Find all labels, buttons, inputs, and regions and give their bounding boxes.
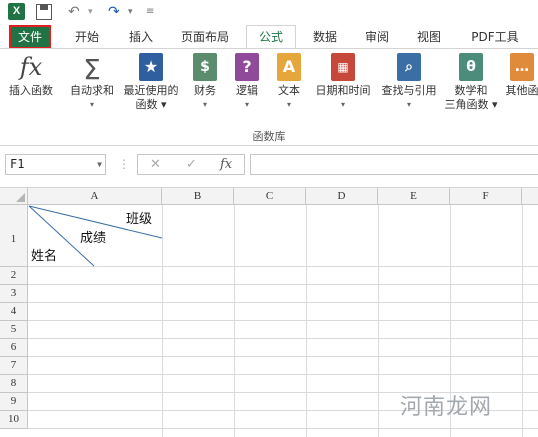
customize-toolbar-icon[interactable]: ≡ (146, 2, 154, 22)
enter-check-icon[interactable]: ✓ (186, 155, 197, 174)
financial-icon: $ (193, 53, 217, 81)
chevron-down-icon: ▾ (202, 100, 207, 109)
chevron-down-icon: ▾ (340, 100, 345, 109)
title-bar: X ↶ ▾ ↷ ▾ ≡ (0, 0, 538, 26)
logical-button[interactable]: ? 逻辑 ▾ (230, 53, 264, 112)
tab-page-layout[interactable]: 页面布局 (172, 26, 238, 48)
lookup-reference-button[interactable]: ⌕ 查找与引用 ▾ (376, 53, 442, 112)
financial-label: 财务 (194, 84, 216, 97)
recently-used-label: 最近使用的 (123, 84, 179, 97)
chevron-down-icon: ▾ (244, 100, 249, 109)
ribbon-function-library: fx 插入函数 Σ 自动求和 ▾ ★ 最近使用的 函数 ▾ $ 财务 ▾ ? 逻… (0, 48, 538, 146)
insert-function-label: 插入函数 (9, 84, 53, 97)
formula-buttons: ✕ ✓ fx (137, 154, 245, 175)
financial-button[interactable]: $ 财务 ▾ (188, 53, 222, 112)
tab-insert[interactable]: 插入 (118, 26, 164, 48)
save-icon[interactable] (36, 4, 52, 20)
watermark-text: 河南龙网 (400, 395, 493, 420)
math-trig-label-2: 三角函数 ▾ (444, 98, 498, 111)
text-button[interactable]: A 文本 ▾ (272, 53, 306, 112)
tab-file[interactable]: 文件 (10, 26, 50, 48)
formula-input[interactable] (250, 154, 538, 175)
lookup-reference-label: 查找与引用 (381, 84, 437, 97)
undo-icon[interactable]: ↶ (68, 2, 80, 22)
logical-icon: ? (235, 53, 259, 81)
autosum-button[interactable]: Σ 自动求和 ▾ (64, 53, 120, 112)
group-label-function-library: 函数库 (252, 130, 286, 143)
date-time-label: 日期和时间 (315, 84, 371, 97)
redo-dropdown-icon[interactable]: ▾ (128, 2, 133, 22)
chevron-down-icon: ▾ (89, 100, 94, 109)
text-icon: A (277, 53, 301, 81)
tab-review[interactable]: 审阅 (354, 26, 400, 48)
recently-used-button[interactable]: ★ 最近使用的 函数 ▾ (120, 53, 182, 112)
chevron-down-icon[interactable]: ▼ (97, 155, 102, 174)
text-label: 文本 (278, 84, 300, 97)
formula-bar: F1 ▼ ⋮ ✕ ✓ fx (0, 146, 538, 186)
ribbon-tabs: 文件 开始 插入 页面布局 公式 数据 审阅 视图 PDF工具 (0, 25, 538, 49)
cell-a1-score-label: 成绩 (80, 231, 107, 246)
recent-star-icon: ★ (139, 53, 163, 81)
cell-a1-class-label: 班级 (126, 212, 153, 227)
name-box[interactable]: F1 ▼ (5, 154, 106, 175)
name-box-value: F1 (10, 157, 25, 171)
undo-dropdown-icon[interactable]: ▾ (88, 2, 93, 22)
redo-icon[interactable]: ↷ (108, 2, 120, 22)
calendar-icon: ▦ (331, 53, 355, 81)
autosum-icon: Σ (83, 53, 101, 86)
tab-view[interactable]: 视图 (406, 26, 452, 48)
math-trig-label: 数学和 (454, 84, 488, 97)
math-trig-icon: θ (459, 53, 483, 81)
tab-data[interactable]: 数据 (302, 26, 348, 48)
cell-a1-name-label: 姓名 (31, 249, 58, 264)
excel-logo: X (8, 3, 25, 20)
lookup-icon: ⌕ (397, 53, 421, 81)
cancel-icon[interactable]: ✕ (150, 155, 161, 174)
insert-function-icon: fx (19, 53, 43, 81)
chevron-down-icon: ▾ (406, 100, 411, 109)
tab-formulas[interactable]: 公式 (246, 25, 296, 49)
recently-used-label-2: 函数 ▾ (135, 98, 167, 111)
autosum-label: 自动求和 (70, 84, 114, 97)
more-functions-button[interactable]: … 其他函 (502, 53, 538, 98)
more-functions-label: 其他函 (505, 84, 538, 97)
tab-home[interactable]: 开始 (64, 26, 110, 48)
logical-label: 逻辑 (236, 84, 258, 97)
tab-pdf-tools[interactable]: PDF工具 (460, 26, 530, 48)
insert-function-button[interactable]: fx 插入函数 (4, 53, 58, 98)
math-trig-button[interactable]: θ 数学和 三角函数 ▾ (440, 53, 502, 112)
chevron-down-icon: ▾ (286, 100, 291, 109)
date-time-button[interactable]: ▦ 日期和时间 ▾ (310, 53, 376, 112)
more-functions-icon: … (510, 53, 534, 81)
fx-icon[interactable]: fx (220, 155, 232, 174)
separator-dots-icon[interactable]: ⋮ (118, 157, 130, 171)
